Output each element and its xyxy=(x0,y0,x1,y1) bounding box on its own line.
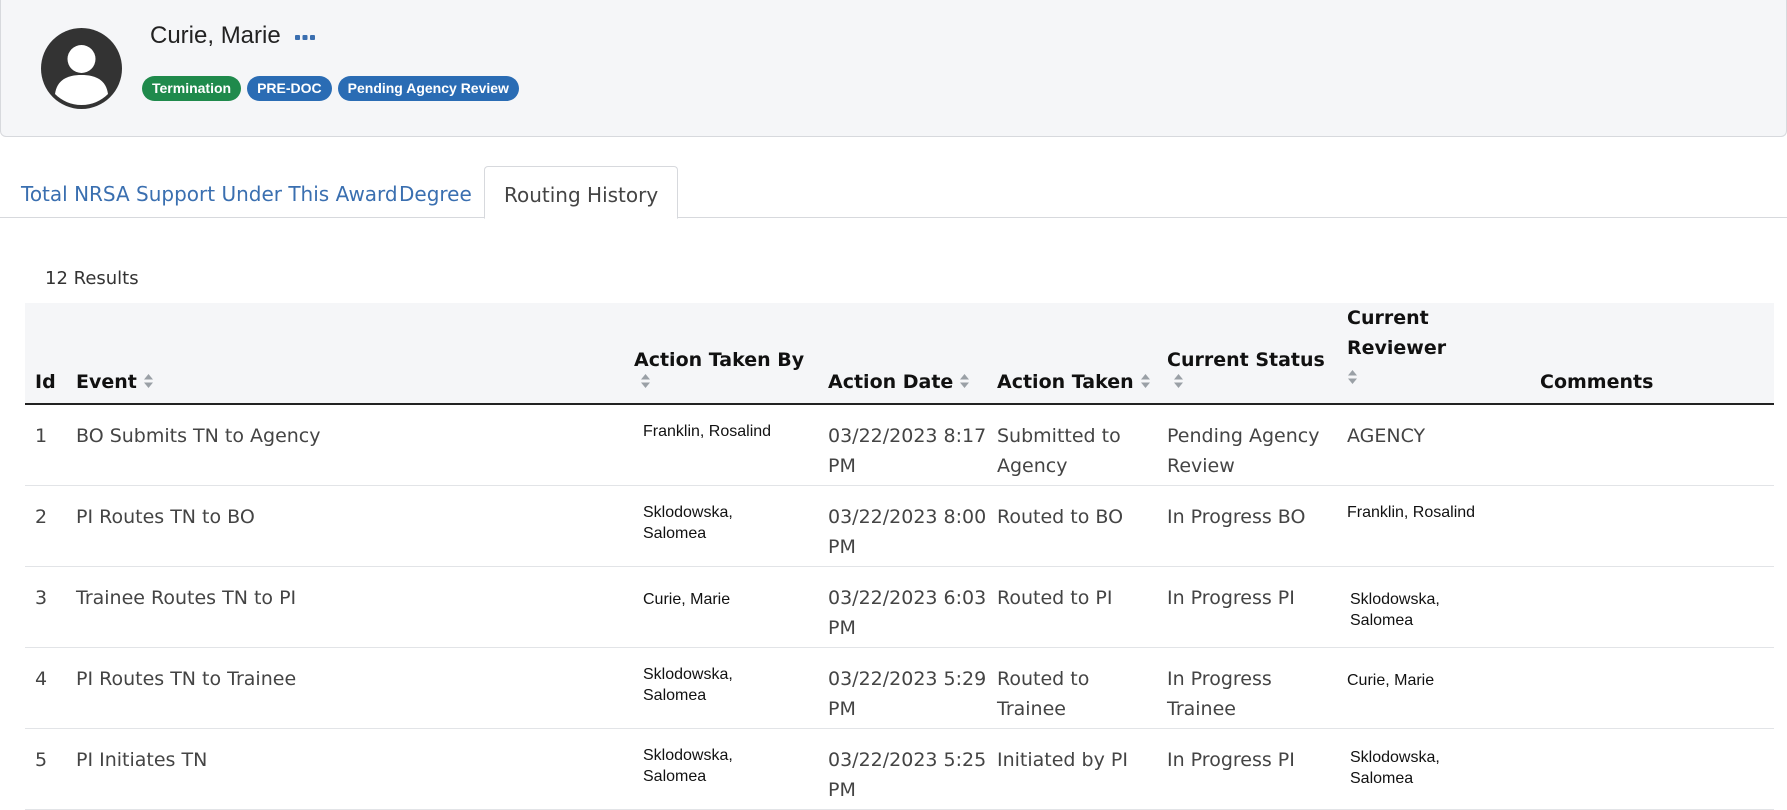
cell-id: 1 xyxy=(35,425,48,447)
sort-icon[interactable] xyxy=(1347,369,1358,385)
cell-action-taken-by: Sklodowska, Salomea xyxy=(624,485,818,566)
cell-current-reviewer: Sklodowska, Salomea xyxy=(1337,566,1530,647)
cell-event: Trainee Routes TN to PI xyxy=(76,586,297,609)
sort-icon[interactable] xyxy=(1173,373,1184,389)
cell-id: 4 xyxy=(35,667,48,690)
cell-action-taken-by: Curie, Marie xyxy=(624,566,818,647)
cell-action-taken-by-text: Sklodowska, Salomea xyxy=(643,746,733,785)
table-header-row: Id Event Action Taken By Action Date Act… xyxy=(25,303,1774,404)
cell-current-status: In Progress PI xyxy=(1167,748,1295,771)
table-row: 3 Trainee Routes TN to PI Curie, Marie 0… xyxy=(25,566,1774,647)
cell-current-reviewer-text: Sklodowska, Salomea xyxy=(1350,590,1440,629)
cell-id: 2 xyxy=(35,505,48,528)
badge-termination: Termination xyxy=(142,76,242,101)
cell-action-date: 03/22/2023 8:00 PM xyxy=(828,505,987,558)
tab-degree[interactable]: Degree xyxy=(399,166,472,218)
cell-current-reviewer: Curie, Marie xyxy=(1337,647,1530,728)
user-avatar-icon xyxy=(41,28,122,109)
cell-action-taken: Routed to Trainee xyxy=(997,667,1090,720)
status-badges: Termination PRE-DOC Pending Agency Revie… xyxy=(142,76,519,101)
cell-id: 3 xyxy=(35,586,48,609)
cell-event: PI Initiates TN xyxy=(76,748,208,771)
profile-header: Curie, Marie Termination PRE-DOC Pending… xyxy=(0,0,1787,137)
cell-current-reviewer: AGENCY xyxy=(1347,425,1426,447)
cell-action-taken-by: Sklodowska, Salomea xyxy=(624,647,818,728)
column-header-action-taken-by[interactable]: Action Taken By xyxy=(624,303,818,404)
column-header-id: Id xyxy=(35,371,56,393)
cell-action-taken-by-text: Sklodowska, Salomea xyxy=(643,665,733,704)
person-name: Curie, Marie xyxy=(150,22,281,49)
cell-comments xyxy=(1530,728,1774,809)
cell-event: PI Routes TN to Trainee xyxy=(76,667,297,690)
cell-action-date: 03/22/2023 8:17 PM xyxy=(828,425,987,477)
cell-event: PI Routes TN to BO xyxy=(76,505,255,528)
cell-comments xyxy=(1530,404,1774,485)
column-header-event[interactable]: Event xyxy=(66,303,624,404)
cell-action-date: 03/22/2023 5:29 PM xyxy=(828,667,987,720)
table-row: 2 PI Routes TN to BO Sklodowska, Salomea… xyxy=(25,485,1774,566)
cell-current-status: In Progress PI xyxy=(1167,586,1295,609)
cell-action-taken-by-text: Curie, Marie xyxy=(643,590,731,608)
cell-current-reviewer: Franklin, Rosalind xyxy=(1347,503,1476,521)
table-row: 5 PI Initiates TN Sklodowska, Salomea 03… xyxy=(25,728,1774,809)
table-row: 1 BO Submits TN to Agency Franklin, Rosa… xyxy=(25,404,1774,485)
cell-current-reviewer: Sklodowska, Salomea xyxy=(1337,728,1530,809)
column-header-comments: Comments xyxy=(1540,371,1654,393)
cell-action-taken-by-text: Franklin, Rosalind xyxy=(643,423,772,440)
badge-pending-agency-review: Pending Agency Review xyxy=(337,76,519,101)
results-count: 12 Results xyxy=(45,268,139,289)
cell-action-taken-by: Sklodowska, Salomea xyxy=(624,728,818,809)
column-header-action-date[interactable]: Action Date xyxy=(818,303,987,404)
cell-action-date: 03/22/2023 6:03 PM xyxy=(828,586,987,639)
tab-bar: Total NRSA Support Under This Award Degr… xyxy=(0,166,1787,219)
badge-pre-doc: PRE-DOC xyxy=(247,76,332,101)
cell-action-taken: Routed to BO xyxy=(997,505,1124,528)
cell-action-taken: Submitted to Agency xyxy=(997,425,1121,477)
sort-icon[interactable] xyxy=(143,373,154,389)
cell-current-status: In Progress Trainee xyxy=(1167,667,1272,720)
sort-icon[interactable] xyxy=(959,373,970,389)
ellipsis-icon[interactable] xyxy=(294,30,316,44)
sort-icon[interactable] xyxy=(640,373,651,389)
cell-action-taken: Initiated by PI xyxy=(997,748,1128,771)
cell-current-reviewer-text: Sklodowska, Salomea xyxy=(1350,748,1440,787)
cell-comments xyxy=(1530,485,1774,566)
cell-event: BO Submits TN to Agency xyxy=(76,425,321,447)
cell-action-taken-by: Franklin, Rosalind xyxy=(624,404,818,485)
cell-comments xyxy=(1530,647,1774,728)
column-header-current-reviewer[interactable]: Current Reviewer xyxy=(1337,303,1530,404)
column-header-action-taken[interactable]: Action Taken xyxy=(987,303,1157,404)
table-row: 4 PI Routes TN to Trainee Sklodowska, Sa… xyxy=(25,647,1774,728)
routing-history-table: Id Event Action Taken By Action Date Act… xyxy=(25,303,1774,810)
cell-current-status: In Progress BO xyxy=(1167,505,1306,528)
cell-action-taken-by-text: Sklodowska, Salomea xyxy=(643,503,733,542)
column-header-current-status[interactable]: Current Status xyxy=(1157,303,1337,404)
cell-current-status: Pending Agency Review xyxy=(1167,425,1320,477)
cell-current-reviewer-text: Curie, Marie xyxy=(1347,671,1435,689)
cell-action-date: 03/22/2023 5:25 PM xyxy=(828,748,987,801)
tab-total-nrsa-support[interactable]: Total NRSA Support Under This Award xyxy=(21,166,398,218)
cell-id: 5 xyxy=(35,748,48,771)
tab-routing-history[interactable]: Routing History xyxy=(484,166,679,219)
cell-action-taken: Routed to PI xyxy=(997,586,1113,609)
sort-icon[interactable] xyxy=(1140,373,1151,389)
cell-comments xyxy=(1530,566,1774,647)
